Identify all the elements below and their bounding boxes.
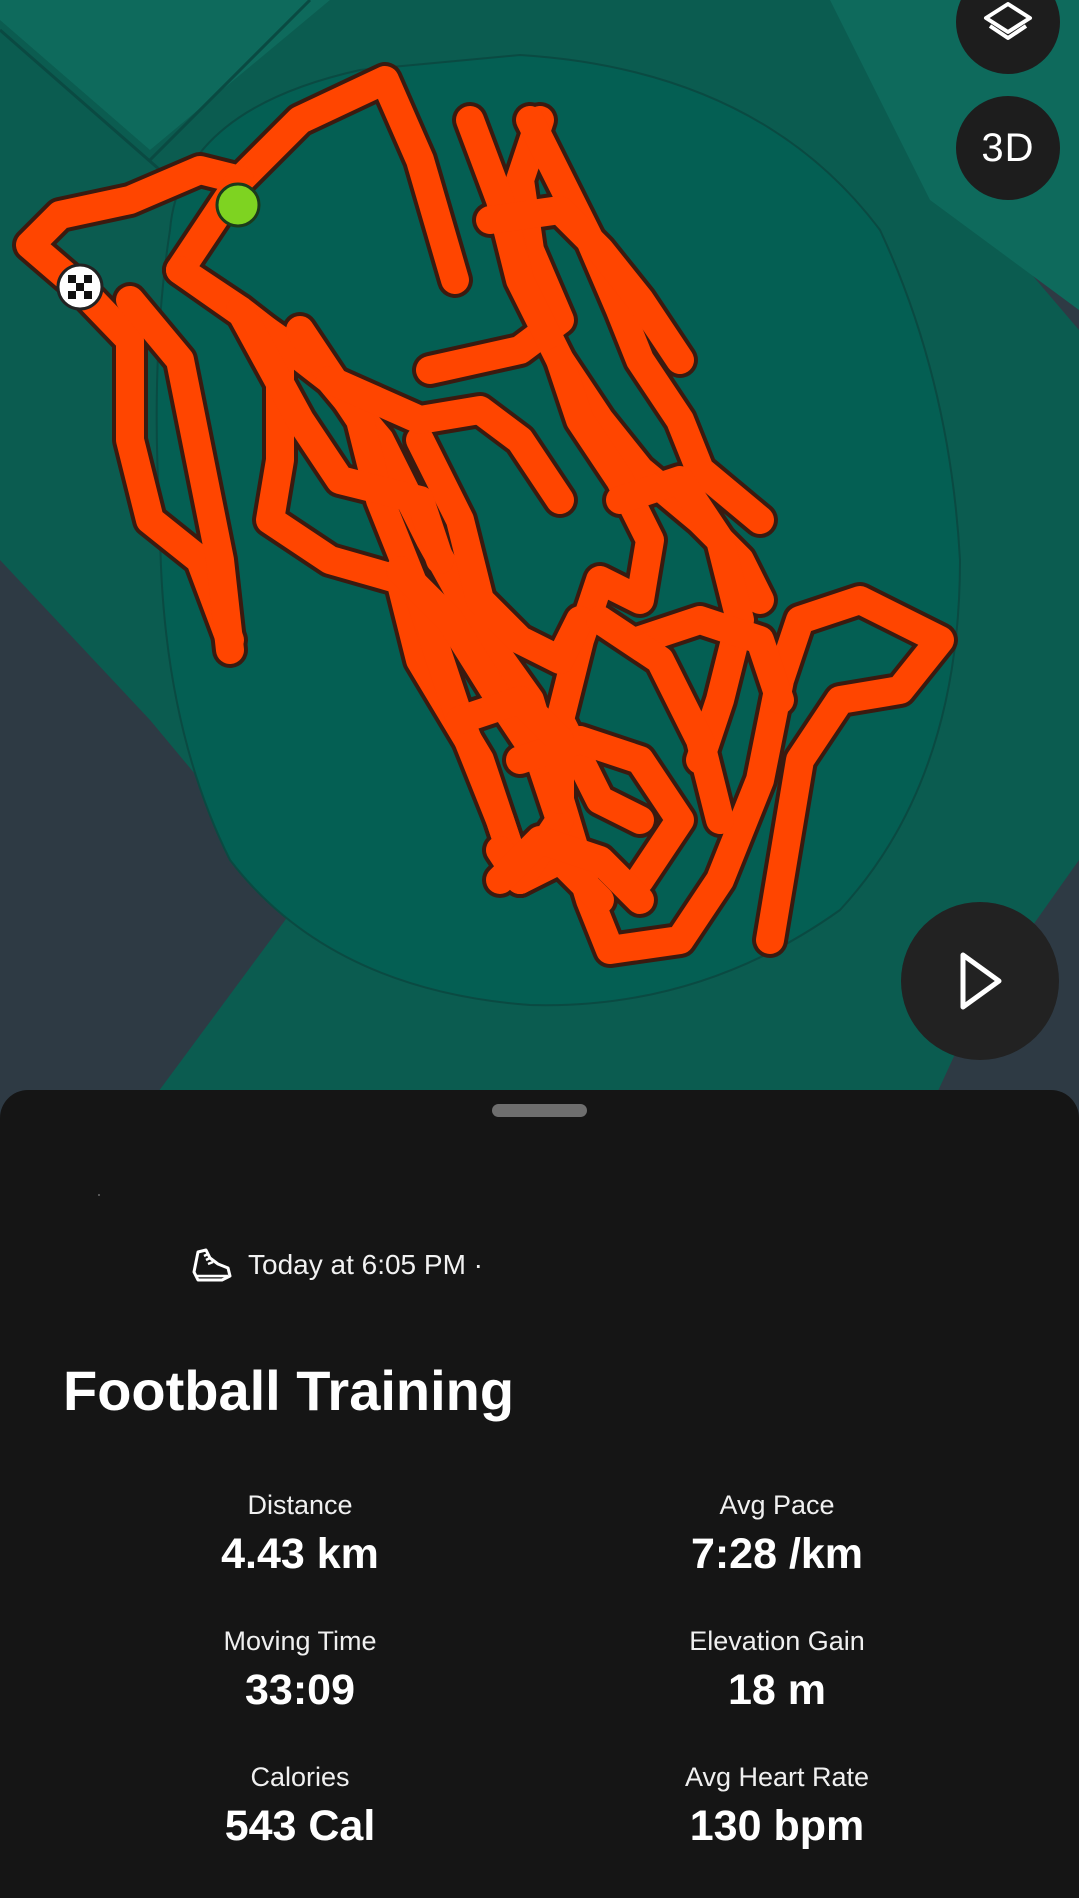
stat-value: 4.43 km <box>221 1530 379 1578</box>
activity-meta: Today at 6:05 PM · <box>188 1242 483 1288</box>
stat-label: Distance <box>247 1490 353 1520</box>
stat-value: 130 bpm <box>689 1802 865 1850</box>
stat-elevation-gain: Elevation Gain 18 m <box>567 1626 987 1715</box>
stat-avg-heart-rate: Avg Heart Rate 130 bpm <box>567 1762 987 1851</box>
stat-calories: Calories 543 Cal <box>90 1762 510 1851</box>
running-shoe-icon <box>192 1248 232 1282</box>
stat-avg-pace: Avg Pace 7:28 /km <box>567 1490 987 1579</box>
stat-label: Avg Pace <box>719 1490 835 1520</box>
3d-view-button[interactable]: 3D <box>956 96 1060 200</box>
stat-value: 18 m <box>727 1666 826 1714</box>
stat-value: 7:28 /km <box>690 1530 864 1578</box>
start-marker[interactable] <box>215 182 261 228</box>
activity-map[interactable]: 3D <box>0 0 1079 1130</box>
play-flyover-button[interactable] <box>901 902 1059 1060</box>
stat-label: Avg Heart Rate <box>684 1762 870 1792</box>
activity-title: Football Training <box>63 1359 515 1422</box>
stat-label: Elevation Gain <box>689 1626 865 1656</box>
finish-flag-icon[interactable] <box>56 263 104 311</box>
layers-icon <box>984 2 1032 40</box>
activity-datetime: Today at 6:05 PM · <box>248 1249 484 1280</box>
stat-distance: Distance 4.43 km <box>90 1490 510 1579</box>
stat-value: 543 Cal <box>224 1802 376 1850</box>
stat-label: Moving Time <box>223 1626 377 1656</box>
3d-label: 3D <box>981 125 1035 170</box>
stat-label: Calories <box>250 1762 350 1792</box>
small-dot <box>98 1194 100 1196</box>
sheet-drag-handle[interactable] <box>492 1104 587 1117</box>
stat-value: 33:09 <box>245 1666 355 1714</box>
stat-moving-time: Moving Time 33:09 <box>90 1626 510 1715</box>
activity-details-sheet: Today at 6:05 PM · Football Training Dis… <box>0 1090 1079 1898</box>
play-icon <box>960 952 1002 1010</box>
